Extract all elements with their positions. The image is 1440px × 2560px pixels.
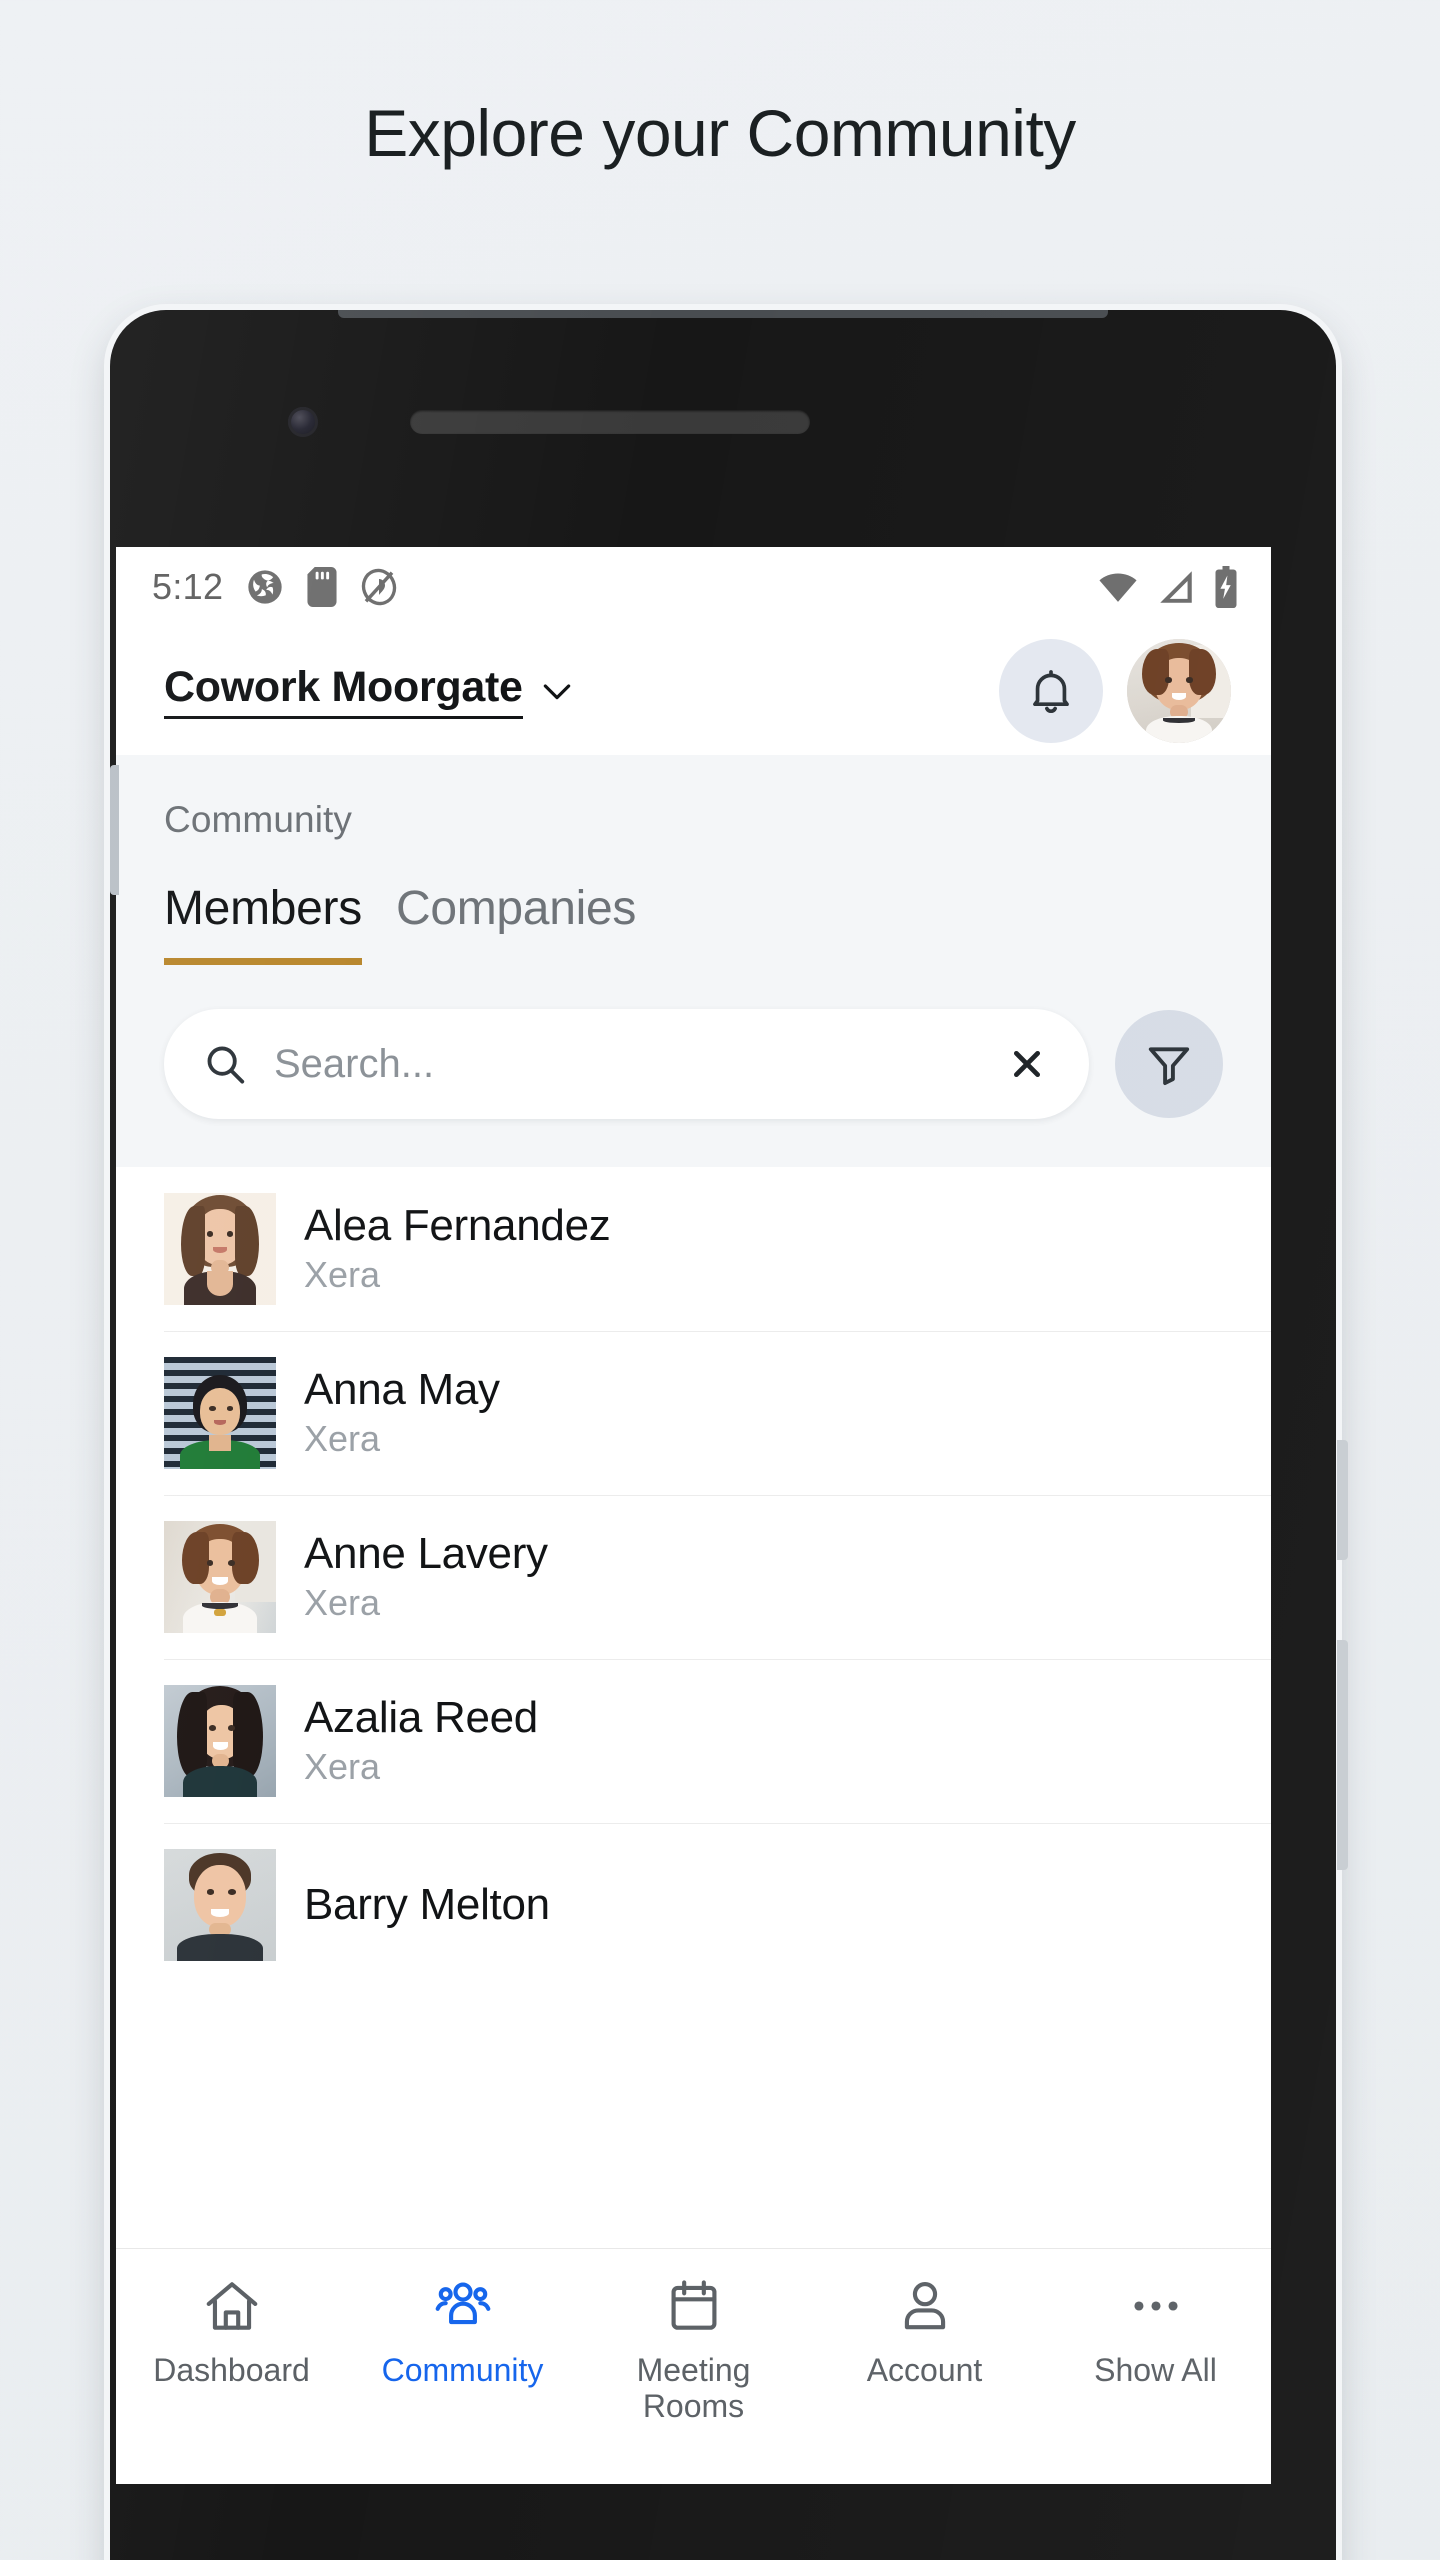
battery-charging-icon — [1215, 566, 1237, 608]
table-row[interactable]: Barry Melton — [116, 1823, 1271, 1987]
ellipsis-icon — [1133, 2301, 1178, 2311]
phone-device-mockup: 5:12 Cowork Moorgate Community Members C… — [98, 310, 1348, 2560]
table-row[interactable]: Anne Lavery Xera — [116, 1495, 1271, 1659]
member-avatar-image — [164, 1521, 276, 1633]
member-photo — [164, 1193, 276, 1305]
member-name: Alea Fernandez — [304, 1201, 611, 1251]
member-info: Alea Fernandez Xera — [304, 1201, 611, 1296]
status-bar: 5:12 — [116, 547, 1271, 627]
status-time: 5:12 — [152, 566, 224, 607]
camera-shutter-icon — [248, 570, 282, 604]
nav-label: Show All — [1094, 2352, 1217, 2388]
venue-selector[interactable]: Cowork Moorgate — [164, 663, 577, 719]
member-avatar-image — [164, 1849, 276, 1961]
nav-item-show-all[interactable]: Show All — [1046, 2275, 1266, 2389]
tab-companies[interactable]: Companies — [396, 881, 636, 965]
calendar-icon — [671, 2280, 716, 2330]
nav-item-meeting-rooms[interactable]: Meeting Rooms — [584, 2275, 804, 2425]
table-row[interactable]: Anna May Xera — [116, 1331, 1271, 1495]
power-button[interactable] — [1337, 1440, 1348, 1560]
nav-label: Community — [381, 2352, 544, 2388]
tab-members[interactable]: Members — [164, 881, 362, 965]
phone-body: 5:12 Cowork Moorgate Community Members C… — [110, 310, 1336, 2560]
member-avatar-image — [164, 1685, 276, 1797]
member-photo — [164, 1849, 276, 1961]
nav-label: Meeting Rooms — [636, 2352, 751, 2424]
member-info: Barry Melton — [304, 1879, 550, 1929]
search-icon — [207, 1046, 245, 1084]
phone-screen: 5:12 Cowork Moorgate Community Members C… — [116, 547, 1271, 2484]
member-name: Azalia Reed — [304, 1693, 538, 1743]
header-actions — [999, 639, 1231, 743]
table-row[interactable]: Azalia Reed Xera — [116, 1659, 1271, 1823]
page-title: Explore your Community — [364, 96, 1076, 170]
table-row[interactable]: Alea Fernandez Xera — [116, 1167, 1271, 1331]
member-name: Anne Lavery — [304, 1529, 548, 1579]
member-name: Anna May — [304, 1365, 500, 1415]
member-list[interactable]: Alea Fernandez Xera Anna May Xera Anne L… — [116, 1167, 1271, 2248]
status-bar-right — [1097, 566, 1239, 608]
avatar[interactable] — [1127, 639, 1231, 743]
cellular-signal-icon — [1160, 571, 1192, 603]
search-box[interactable] — [164, 1009, 1089, 1119]
search-input[interactable] — [274, 1041, 979, 1087]
sd-card-icon — [307, 567, 337, 607]
filter-button[interactable] — [1115, 1010, 1223, 1118]
member-company: Xera — [304, 1254, 381, 1296]
bottom-navigation: Dashboard Community Meeting Rooms Accoun… — [116, 2248, 1271, 2484]
member-info: Azalia Reed Xera — [304, 1693, 538, 1788]
close-icon — [1013, 1050, 1041, 1078]
member-avatar-image — [164, 1357, 276, 1469]
venue-name: Cowork Moorgate — [164, 663, 523, 719]
phone-top-speaker-bar — [338, 310, 1108, 318]
community-tabs: Members Companies — [116, 841, 1271, 965]
filter-funnel-icon — [1148, 1047, 1190, 1086]
search-row — [116, 965, 1271, 1167]
member-info: Anne Lavery Xera — [304, 1529, 548, 1624]
volume-rocker-button[interactable] — [1337, 1640, 1348, 1870]
member-name: Barry Melton — [304, 1879, 550, 1929]
status-bar-left: 5:12 — [152, 566, 399, 608]
member-info: Anna May Xera — [304, 1365, 500, 1460]
nav-label: Dashboard — [153, 2352, 310, 2388]
chevron-down-icon — [543, 684, 570, 700]
member-company: Xera — [304, 1582, 381, 1624]
nav-item-dashboard[interactable]: Dashboard — [122, 2275, 342, 2389]
member-avatar-image — [164, 1193, 276, 1305]
location-off-icon — [362, 568, 397, 606]
app-header: Cowork Moorgate — [116, 627, 1271, 755]
home-icon — [206, 2282, 257, 2330]
member-photo — [164, 1685, 276, 1797]
member-photo — [164, 1521, 276, 1633]
earpiece-speaker — [410, 410, 810, 434]
nav-item-account[interactable]: Account — [815, 2275, 1035, 2389]
community-sub-header: Community Members Companies — [116, 755, 1271, 1167]
notifications-button[interactable] — [999, 639, 1103, 743]
nav-label: Account — [866, 2352, 983, 2388]
nav-item-community[interactable]: Community — [353, 2275, 573, 2389]
member-photo — [164, 1357, 276, 1469]
section-label: Community — [164, 799, 352, 840]
clear-search-button[interactable] — [1005, 1042, 1049, 1086]
avatar-image — [1127, 639, 1231, 743]
wifi-icon — [1099, 573, 1137, 602]
member-company: Xera — [304, 1418, 381, 1460]
person-icon — [904, 2281, 945, 2330]
bell-icon — [1033, 670, 1069, 713]
front-camera-icon — [288, 407, 318, 437]
member-company: Xera — [304, 1746, 381, 1788]
volume-button[interactable] — [110, 765, 119, 895]
people-group-icon — [435, 2282, 490, 2325]
